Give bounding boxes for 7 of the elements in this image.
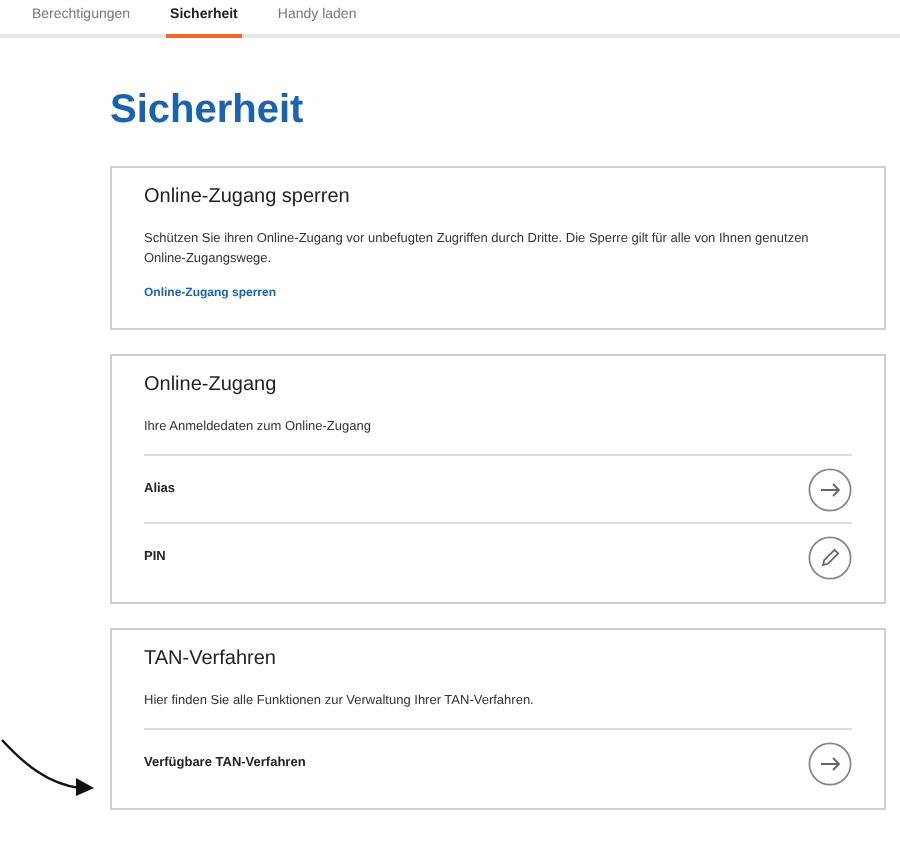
page-heading: Sicherheit xyxy=(110,86,306,134)
card-title: TAN-Verfahren xyxy=(144,646,278,674)
arrow-right-icon[interactable] xyxy=(808,467,852,511)
pencil-icon[interactable] xyxy=(808,535,852,579)
card-title: Online-Zugang xyxy=(144,372,279,400)
arrow-right-icon[interactable] xyxy=(808,741,852,785)
card-title: Online-Zugang sperren xyxy=(144,184,352,212)
